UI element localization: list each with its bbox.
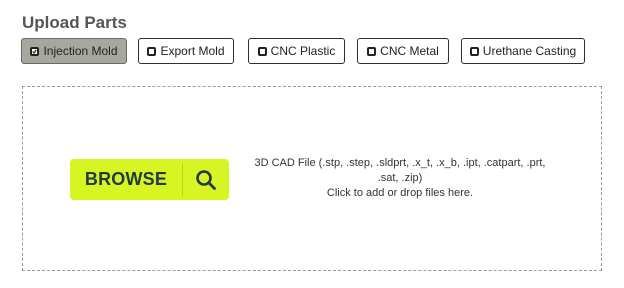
option-label: CNC Metal — [380, 44, 439, 58]
upload-hint: 3D CAD File (.stp, .step, .sldprt, .x_t,… — [243, 156, 557, 201]
checkbox-icon — [257, 46, 267, 56]
checked-checkbox-icon — [30, 46, 40, 56]
option-label: Urethane Casting — [482, 44, 577, 58]
option-label: Export Mold — [160, 44, 225, 58]
search-icon — [183, 159, 229, 200]
formats-line-1: 3D CAD File (.stp, .step, .sldprt, .x_t,… — [254, 157, 546, 169]
option-cnc-plastic[interactable]: CNC Plastic — [248, 38, 345, 64]
file-dropzone[interactable]: BROWSE 3D CAD File (.stp, .step, .sldprt… — [22, 86, 602, 271]
page-title: Upload Parts — [22, 13, 127, 32]
option-export-mold[interactable]: Export Mold — [138, 38, 234, 64]
dropzone-instruction: Click to add or drop files here. — [326, 187, 474, 199]
option-cnc-metal[interactable]: CNC Metal — [357, 38, 449, 64]
checkbox-icon — [147, 46, 157, 56]
option-urethane-casting[interactable]: Urethane Casting — [461, 38, 585, 64]
formats-line-2: .sat, .zip) — [377, 172, 423, 184]
option-label: Injection Mold — [43, 44, 118, 58]
browse-button[interactable]: BROWSE — [70, 159, 229, 200]
browse-label: BROWSE — [84, 169, 168, 189]
option-injection-mold[interactable]: Injection Mold — [21, 38, 127, 64]
option-label: CNC Plastic — [270, 44, 336, 58]
checkbox-icon — [367, 46, 377, 56]
checkbox-icon — [469, 46, 479, 56]
